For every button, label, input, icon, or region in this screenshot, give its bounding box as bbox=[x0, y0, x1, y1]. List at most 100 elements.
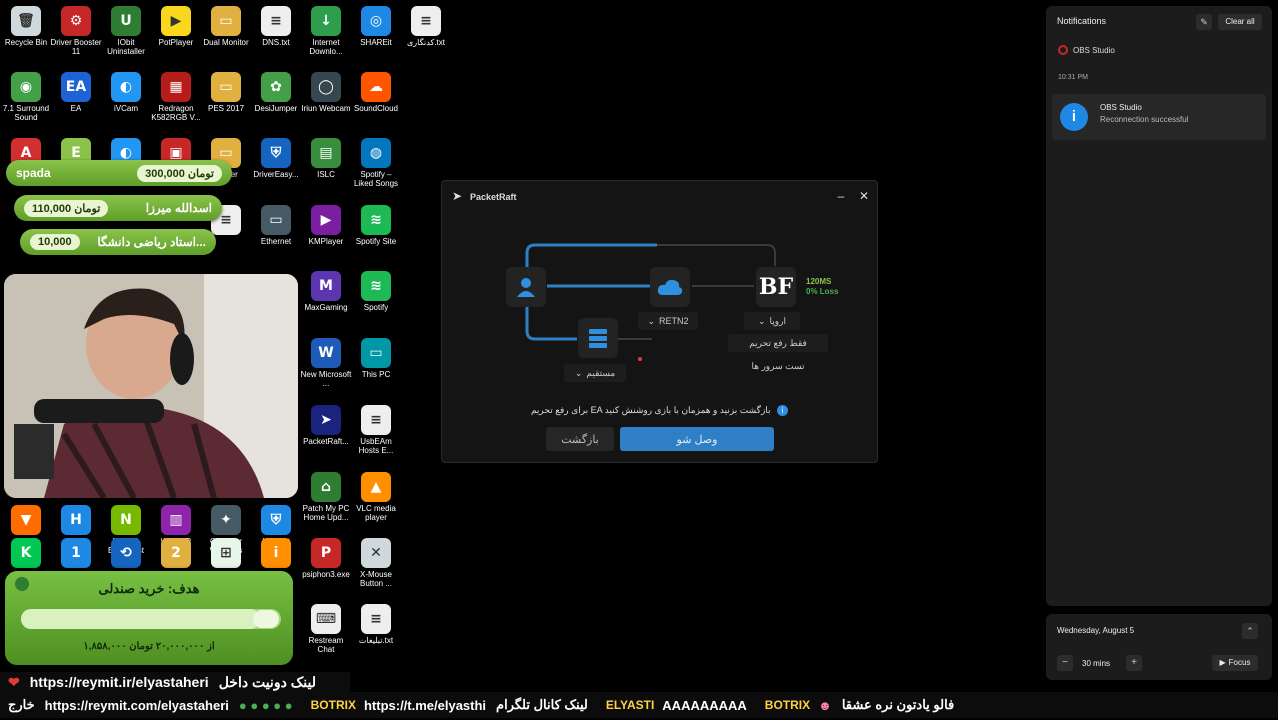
user-icon bbox=[517, 278, 535, 297]
app-icon: i bbox=[261, 538, 291, 568]
goal-title: هدف: خرید صندلی bbox=[98, 581, 200, 596]
desktop-icon[interactable]: ▭ Dual Monitor bbox=[200, 6, 252, 47]
desktop-icon[interactable]: 2 bbox=[150, 538, 202, 570]
desktop-icon[interactable]: ⌂ Patch My PC Home Upd... bbox=[300, 472, 352, 522]
app-icon: P bbox=[311, 538, 341, 568]
region-dropdown[interactable]: ⌄ اروپا bbox=[744, 312, 800, 330]
desktop-icon-label: 7.1 Surround Sound bbox=[2, 104, 50, 122]
desktop-icon[interactable]: ⚙ Driver Booster 11 bbox=[50, 6, 102, 56]
test-servers-button[interactable]: تست سرور ها bbox=[728, 357, 828, 375]
desktop-icon[interactable]: ✕ X-Mouse Button ... bbox=[350, 538, 402, 588]
app-icon: ▤ bbox=[311, 138, 341, 168]
desktop-icon[interactable]: ➤ PacketRaft... bbox=[300, 405, 352, 446]
desktop-icon[interactable]: ≡ تبلیغات.txt bbox=[350, 604, 402, 645]
chevron-down-icon: ⌄ bbox=[574, 367, 583, 378]
desktop-icon[interactable]: ◯ Iriun Webcam bbox=[300, 72, 352, 113]
app-icon: ▼ bbox=[11, 505, 41, 535]
foreign-donate-url: https://reymit.com/elyastaheri bbox=[44, 697, 229, 713]
app-icon: K bbox=[11, 538, 41, 568]
focus-button[interactable]: ▶ Focus bbox=[1212, 655, 1258, 671]
notification-center: Notifications ✎ Clear all OBS Studio 10:… bbox=[1046, 6, 1272, 606]
desktop-icon[interactable]: ≡ UsbEAm Hosts E... bbox=[350, 405, 402, 455]
settings-icon[interactable]: ✎ bbox=[1196, 14, 1212, 30]
calendar-date: Wednesday, August 5 bbox=[1057, 626, 1135, 635]
obs-app-icon bbox=[1058, 45, 1068, 55]
notification-card[interactable]: i OBS Studio Reconnection successful bbox=[1052, 94, 1266, 140]
desktop-icon[interactable]: ≡ کدنگاری.txt bbox=[400, 6, 452, 47]
app-icon: EA bbox=[61, 72, 91, 102]
desktop-icon[interactable]: ▲ VLC media player bbox=[350, 472, 402, 522]
desktop-icon[interactable]: ↓ Internet Downlo... bbox=[300, 6, 352, 56]
focus-plus-button[interactable]: + bbox=[1126, 655, 1142, 671]
back-button[interactable]: بازگشت bbox=[546, 427, 614, 451]
app-icon: ⌨ bbox=[311, 604, 341, 634]
unblock-only-toggle[interactable]: فقط رفع تحریم bbox=[728, 334, 828, 352]
desktop-icon[interactable]: 1 bbox=[50, 538, 102, 570]
focus-minus-button[interactable]: − bbox=[1057, 655, 1073, 671]
desktop-icon-label: SoundCloud bbox=[353, 104, 399, 113]
stream-ticker: ❤ https://reymit.ir/elyastaheri لینک دون… bbox=[0, 670, 1278, 720]
desktop-icon[interactable]: ⛨ DriverEasy... bbox=[250, 138, 302, 179]
desktop-icon[interactable]: ◐ iVCam bbox=[100, 72, 152, 113]
desktop-icon[interactable]: ✿ DesiJumper bbox=[250, 72, 302, 113]
desktop-icon[interactable]: ⊞ bbox=[200, 538, 252, 570]
route-dropdown[interactable]: ⌄ RETN2 bbox=[638, 312, 698, 330]
server-stats: 120MS 0% Loss bbox=[806, 277, 838, 297]
app-icon: 🗑 bbox=[11, 6, 41, 36]
desktop-icon-label: DNS.txt bbox=[262, 38, 290, 47]
packet-loss: 0% Loss bbox=[806, 287, 839, 296]
desktop-icon-label: Restream Chat bbox=[308, 636, 344, 654]
desktop-icon-label: New Microsoft ... bbox=[300, 370, 352, 388]
desktop-icon[interactable]: 🗑 Recycle Bin bbox=[0, 6, 52, 47]
clear-all-button[interactable]: Clear all bbox=[1218, 14, 1262, 30]
app-icon: ⟲ bbox=[111, 538, 141, 568]
desktop-icon-label: Iriun Webcam bbox=[301, 104, 351, 113]
app-icon: ≡ bbox=[411, 6, 441, 36]
desktop-icon[interactable]: ▭ This PC bbox=[350, 338, 402, 379]
desktop-icon-label: EA bbox=[70, 104, 82, 113]
direct-dropdown[interactable]: ⌄ مستقیم bbox=[564, 364, 626, 382]
desktop-icon[interactable]: K bbox=[0, 538, 52, 570]
desktop-icon[interactable]: ▭ PES 2017 bbox=[200, 72, 252, 113]
goal-progress-knob bbox=[253, 610, 279, 628]
desktop-icon[interactable]: Ppsiphon3.exe bbox=[300, 538, 352, 579]
desktop-icon[interactable]: ▦ Redragon K582RGB V... bbox=[150, 72, 202, 122]
desktop-icon[interactable]: ▶ KMPlayer bbox=[300, 205, 352, 246]
telegram-label: لینک کانال تلگرام bbox=[496, 697, 588, 712]
app-icon: ▦ bbox=[161, 72, 191, 102]
app-icon: H bbox=[61, 505, 91, 535]
app-icon: U bbox=[111, 6, 141, 36]
app-icon: ⛨ bbox=[261, 505, 291, 535]
app-icon: ▶ bbox=[311, 205, 341, 235]
notification-time: 10:31 PM bbox=[1058, 74, 1088, 81]
desktop-icon[interactable]: ◉ 7.1 Surround Sound bbox=[0, 72, 52, 122]
desktop-icon[interactable]: ⌨ Restream Chat bbox=[300, 604, 352, 654]
app-icon: ✦ bbox=[211, 505, 241, 535]
info-icon: i bbox=[777, 405, 789, 416]
app-icon: ▭ bbox=[211, 72, 241, 102]
desktop-icon[interactable]: ≋ Spotify bbox=[350, 271, 402, 312]
desktop-icon[interactable]: ☁ SoundCloud bbox=[350, 72, 402, 113]
desktop-icon[interactable]: i bbox=[250, 538, 302, 570]
desktop-icon[interactable]: ◍ Spotify – Liked Songs bbox=[350, 138, 402, 188]
desktop-icon-label: UsbEAm Hosts E... bbox=[358, 437, 394, 455]
chevron-up-icon[interactable]: ⌃ bbox=[1242, 623, 1258, 639]
desktop-icon[interactable]: W New Microsoft ... bbox=[300, 338, 352, 388]
desktop-icon[interactable]: U IObit Uninstaller bbox=[100, 6, 152, 56]
desktop-icon[interactable]: EA EA bbox=[50, 72, 102, 113]
desktop-icon[interactable]: ⟲ bbox=[100, 538, 152, 570]
ticker-line-1: ❤ https://reymit.ir/elyastaheri لینک دون… bbox=[0, 672, 350, 692]
desktop-icon[interactable]: ≡ DNS.txt bbox=[250, 6, 302, 47]
desktop-icon[interactable]: M MaxGaming bbox=[300, 271, 352, 312]
connect-button[interactable]: وصل شو bbox=[620, 427, 774, 451]
info-icon: i bbox=[1060, 103, 1088, 131]
desktop-icon[interactable]: ◎ SHAREit bbox=[350, 6, 402, 47]
bot-name: BOTRIX bbox=[310, 698, 356, 712]
desktop-icon[interactable]: ▶ PotPlayer bbox=[150, 6, 202, 47]
notification-app-name: OBS Studio bbox=[1073, 46, 1115, 55]
app-icon: ⚙ bbox=[61, 6, 91, 36]
desktop-icon[interactable]: ≋ Spotify Site bbox=[350, 205, 402, 246]
desktop-icon[interactable]: ▤ ISLC bbox=[300, 138, 352, 179]
desktop-icon[interactable]: ▭ Ethernet bbox=[250, 205, 302, 246]
notification-body: Reconnection successful bbox=[1100, 115, 1189, 124]
